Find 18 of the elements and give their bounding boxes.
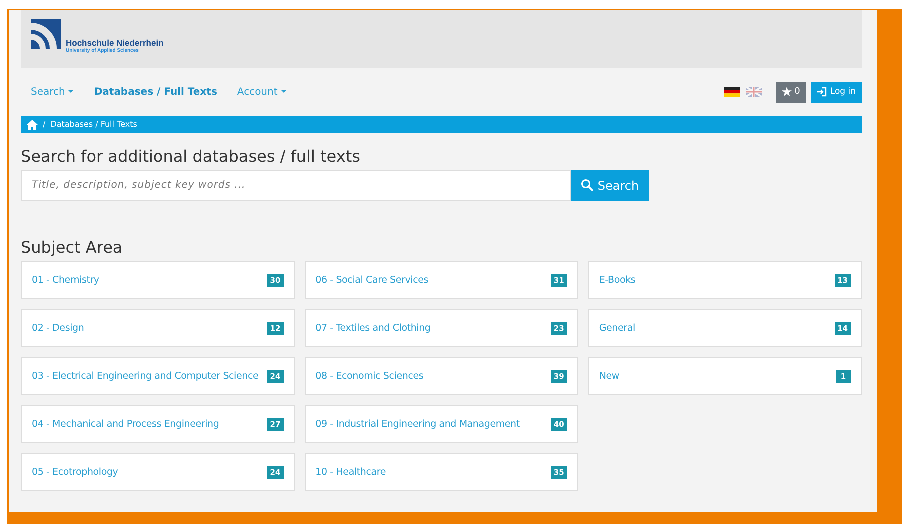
home-icon[interactable] xyxy=(27,120,38,130)
logo-icon xyxy=(31,19,61,49)
flag-icon[interactable] xyxy=(724,87,740,97)
search-field[interactable]: Title, description, subject key words ... xyxy=(21,170,571,201)
favorites-button[interactable]: 0 xyxy=(776,82,806,102)
nav-link[interactable]: Databases / Full Texts xyxy=(94,86,218,98)
search-heading: Search for additional databases / full texts xyxy=(21,147,362,166)
breadcrumb-item: Databases / Full Texts xyxy=(50,120,138,129)
search-button[interactable]: Search xyxy=(571,170,649,201)
login-button[interactable]: Log in xyxy=(811,82,862,102)
nav-link[interactable]: Account xyxy=(237,86,287,98)
nav-link[interactable]: Search xyxy=(31,86,74,98)
star-icon xyxy=(782,87,792,97)
logo-title: Hochschule Niederrhein xyxy=(66,38,164,48)
subject-heading: Subject Area xyxy=(21,238,124,257)
login-icon xyxy=(817,87,828,97)
search-icon xyxy=(580,179,594,192)
breadcrumb-separator: / xyxy=(43,120,46,129)
